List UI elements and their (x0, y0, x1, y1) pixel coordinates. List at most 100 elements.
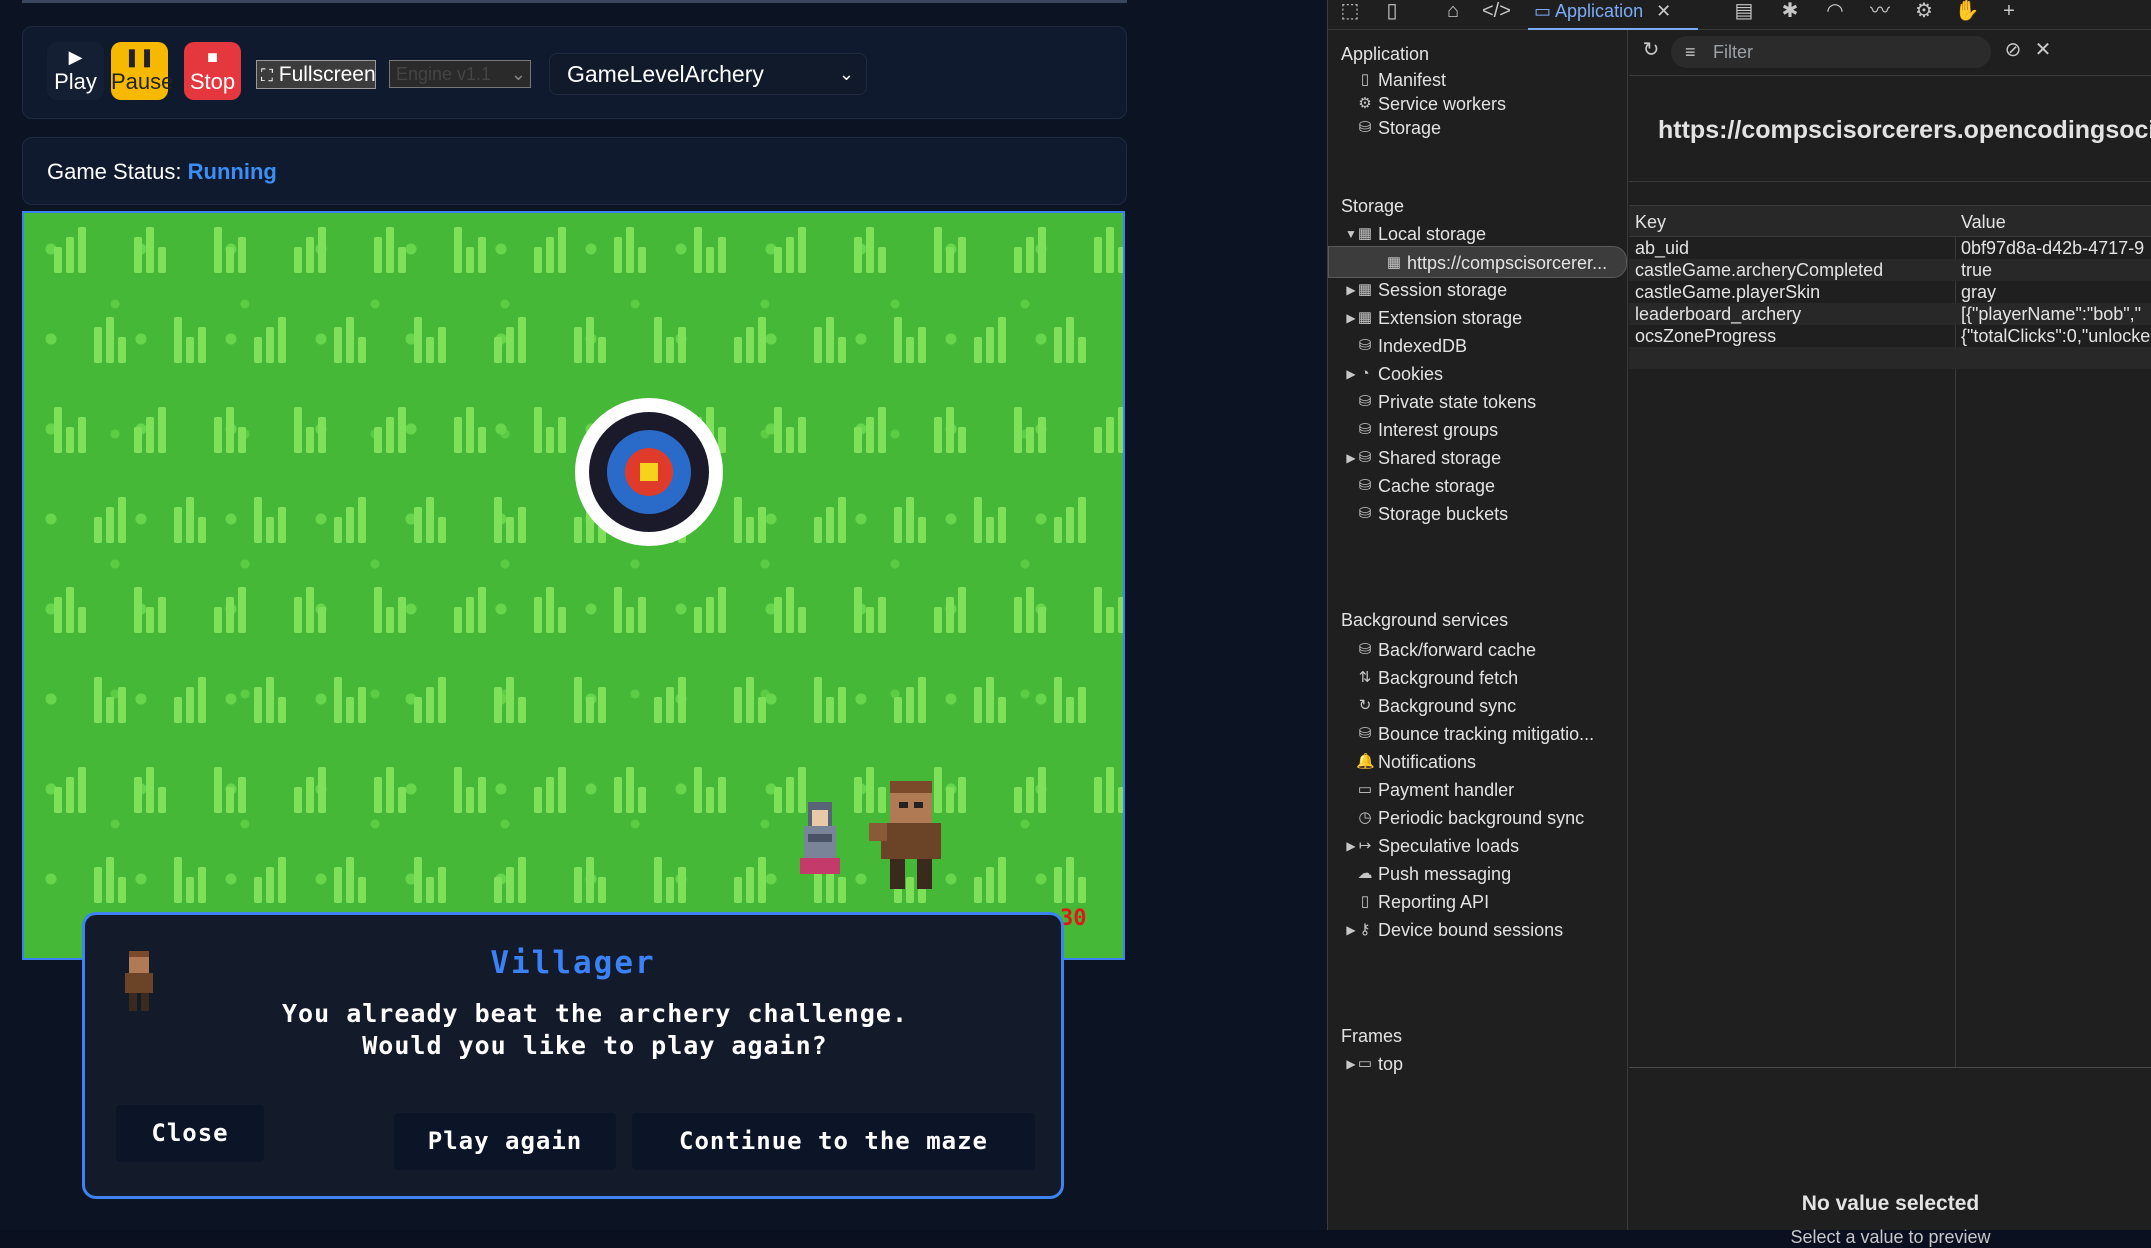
grass-blade (146, 417, 154, 453)
grass-blade (1078, 337, 1086, 363)
clear-all-icon[interactable]: ⊘ (1999, 39, 2027, 63)
stop-button[interactable]: ■ Stop (184, 42, 241, 100)
grass-blade (746, 867, 754, 903)
grass-blade (54, 787, 62, 813)
grass-blade (1026, 777, 1034, 813)
column-header-value[interactable]: Value (1961, 206, 2151, 238)
grass-blade (746, 327, 754, 363)
preview-title: No value selected (1801, 1192, 1980, 1215)
grass-blade (974, 687, 982, 723)
storage-toolbar: ↻ ≡ Filter ⊘ ✕ (1629, 30, 2151, 76)
grass-blade (306, 587, 314, 633)
console-icon[interactable]: ▤ (1730, 0, 1758, 24)
grass-blade (158, 407, 166, 453)
preview-divider[interactable] (1629, 1067, 2151, 1068)
grass-blade (186, 337, 194, 363)
table-header-row: Key Value (1629, 205, 2151, 237)
grass-blade (746, 677, 754, 723)
pause-button[interactable]: ❚❚ Pause (111, 42, 173, 100)
grass-blade (494, 337, 502, 363)
grass-blade (918, 327, 926, 363)
delete-selected-icon[interactable]: ✕ (2029, 39, 2057, 63)
device-toolbar-icon[interactable]: ▯ (1378, 0, 1406, 24)
grass-blade (518, 857, 526, 903)
grass-blade (318, 767, 326, 813)
grass-blade (438, 517, 446, 543)
grass-blade (134, 587, 142, 633)
grass-blade (798, 417, 806, 453)
grass-blade (94, 327, 102, 363)
grass-blade (494, 497, 502, 543)
settings-gear-icon[interactable]: ⚙ (1910, 0, 1938, 24)
sidebar-item[interactable]: ⛁ Storage (1328, 112, 1627, 144)
play-again-button[interactable]: Play again (394, 1113, 616, 1170)
preview-subtitle: Select a value to preview (1790, 1227, 1991, 1247)
grass-blade (398, 247, 406, 273)
grass-blade (614, 237, 622, 273)
grass-blade (426, 497, 434, 543)
game-canvas[interactable]: 30 (22, 211, 1125, 960)
divider (22, 0, 1127, 3)
column-header-key[interactable]: Key (1635, 206, 1955, 238)
continue-to-maze-button[interactable]: Continue to the maze (632, 1113, 1035, 1170)
grass-blade (398, 597, 406, 633)
grass-blade (1038, 227, 1046, 273)
play-label: Play (54, 69, 97, 94)
grass-blade (986, 677, 994, 723)
network-wifi-icon[interactable]: ◠ (1821, 0, 1849, 24)
table-row[interactable]: castleGame.archeryCompleted true (1629, 259, 2151, 281)
sidebar-item[interactable]: ▶ ⚷ Device bound sessions (1328, 914, 1627, 946)
grass-blade (66, 587, 74, 633)
grass-blade (294, 247, 302, 273)
table-row[interactable]: leaderboard_archery [{"playerName":"bob",… (1629, 303, 2151, 325)
refresh-icon[interactable]: ↻ (1637, 39, 1665, 63)
grass-blade (1066, 857, 1074, 903)
grass-blade (614, 777, 622, 813)
engine-select[interactable]: Engine v1.1 ⌄ (389, 60, 531, 88)
grass-blade (934, 607, 942, 633)
filter-input[interactable]: ≡ Filter (1671, 36, 1991, 68)
table-row[interactable]: ocsZoneProgress {"totalClicks":0,"unlocke (1629, 325, 2151, 347)
grass-blade (786, 237, 794, 273)
application-tab-icon: ▭ (1534, 1, 1552, 21)
grass-blade (518, 317, 526, 363)
table-row[interactable]: castleGame.playerSkin gray (1629, 281, 2151, 303)
grass-blade (238, 587, 246, 633)
grass-blade (1078, 687, 1086, 723)
grass-blade (758, 507, 766, 543)
table-row[interactable]: ab_uid 0bf97d8a-d42b-4717-9 (1629, 237, 2151, 259)
grass-blade (838, 687, 846, 723)
grass-blade (854, 777, 862, 813)
grass-blade (1038, 417, 1046, 453)
sidebar-item[interactable]: ▶ ▭ top (1328, 1048, 1627, 1080)
grass-blade (278, 697, 286, 723)
grass-blade (266, 327, 274, 363)
grass-blade (106, 507, 114, 543)
inspect-element-icon[interactable]: ⬚ (1336, 0, 1364, 24)
storage-view: ↻ ≡ Filter ⊘ ✕ https://compscisorcerers.… (1629, 30, 2151, 1247)
sidebar-item-label: Storage buckets (1378, 504, 1509, 524)
close-icon[interactable]: ✕ (1656, 1, 1671, 21)
grass-blade (666, 337, 674, 363)
engine-select-value: Engine v1.1 (396, 64, 492, 84)
extension-hand-icon[interactable]: ✋ (1953, 0, 1981, 24)
grass-blade (78, 607, 86, 633)
sidebar-item[interactable]: ⛁ Storage buckets (1328, 498, 1627, 530)
grass-blade (294, 597, 302, 633)
storage-key: castleGame.archeryCompleted (1635, 260, 1884, 280)
home-icon[interactable]: ⌂ (1439, 0, 1467, 24)
play-button[interactable]: ▶ Play (47, 42, 104, 100)
elements-code-icon[interactable]: </> (1482, 0, 1511, 24)
grass-blade (226, 407, 234, 453)
grass-blade (198, 327, 206, 363)
bug-icon[interactable]: ✱ (1776, 0, 1804, 24)
performance-icon[interactable]: 〰 (1866, 0, 1894, 24)
add-tab-icon[interactable]: + (1995, 0, 2023, 24)
tab-application[interactable]: ▭ Application ✕ (1528, 0, 1698, 30)
grass-blade (878, 247, 886, 273)
dialog-line: Would you like to play again? (362, 1031, 828, 1060)
level-select[interactable]: GameLevelArchery ⌄ (549, 53, 867, 95)
fullscreen-button[interactable]: ⛶ Fullscreen (256, 60, 376, 89)
close-button[interactable]: Close (116, 1105, 264, 1162)
grass-blade (854, 427, 862, 453)
